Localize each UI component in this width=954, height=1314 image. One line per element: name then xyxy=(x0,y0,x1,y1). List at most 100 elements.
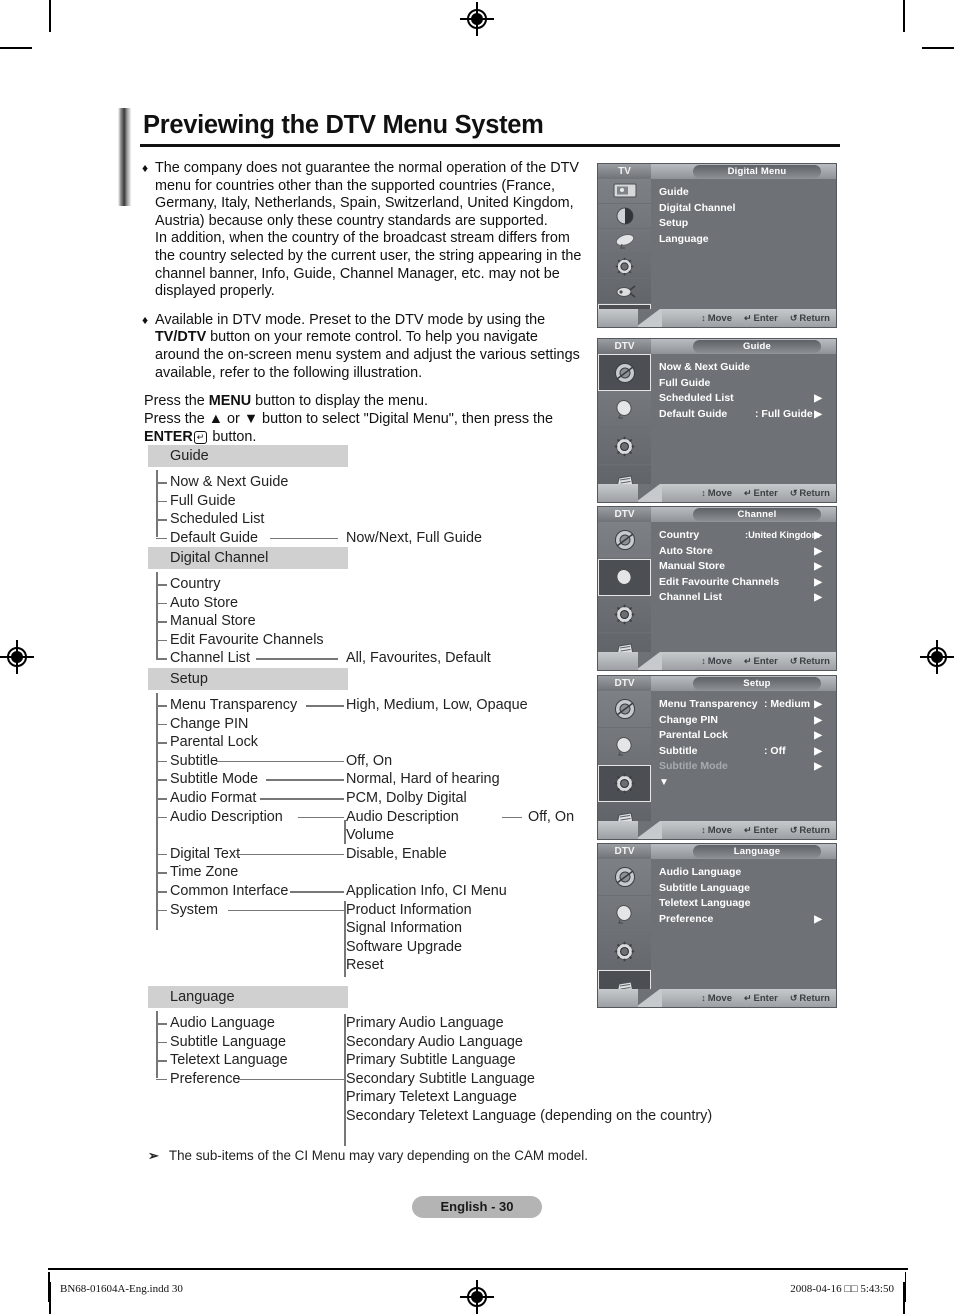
dish-icon[interactable] xyxy=(598,229,651,254)
tv-menu-row[interactable]: Change PIN ▶ xyxy=(659,713,836,729)
tv-menu-row[interactable]: Parental Lock ▶ xyxy=(659,728,836,744)
setup-gear-icon[interactable] xyxy=(598,254,651,279)
bullet-1b-text: In addition, when the country of the bro… xyxy=(155,230,582,300)
tv-hint-bar: ↕ Move ↵ Enter ↺ Return xyxy=(598,484,836,502)
guide-icon[interactable] xyxy=(598,354,651,391)
tv-screenshot-guide: DTV Guide Now & Next Guide Full Guide Sc… xyxy=(597,338,837,503)
hint-return: ↺ Return xyxy=(789,824,830,836)
tv-menu-row[interactable]: Default Guide: Full Guide ▶ xyxy=(659,407,836,423)
hint-return: ↺ Return xyxy=(789,655,830,667)
tv-menu-row[interactable]: Setup xyxy=(659,216,836,232)
tree-item: Primary Teletext Language xyxy=(148,1088,788,1107)
sound-icon[interactable] xyxy=(598,204,651,229)
tv-icon-sidebar xyxy=(598,522,651,670)
channel-icon[interactable] xyxy=(598,728,651,765)
hint-enter: ↵ Enter xyxy=(743,487,778,499)
channel-icon[interactable] xyxy=(598,391,651,428)
enter-key-icon: ↵ xyxy=(743,312,752,323)
submenu-arrow-icon: ▶ xyxy=(814,576,822,588)
tree-item: Preference Secondary Subtitle Language xyxy=(148,1013,788,1146)
move-arrows-icon: ↕ xyxy=(701,656,706,666)
input-icon[interactable] xyxy=(598,279,651,304)
tv-menu-row[interactable]: Now & Next Guide xyxy=(659,360,836,376)
tv-menu-row-value: : Full Guide xyxy=(755,407,813,420)
tv-menu-row[interactable]: Subtitle: Off ▶ xyxy=(659,744,836,760)
tv-menu-list: Now & Next Guide Full Guide Scheduled Li… xyxy=(651,354,836,484)
setup-gear-icon[interactable] xyxy=(598,933,651,970)
tv-icon-sidebar xyxy=(598,691,651,839)
tv-menu-row[interactable]: Teletext Language xyxy=(659,896,836,912)
tv-title-bar: DTV Channel xyxy=(598,507,836,522)
enter-key-icon: ↵ xyxy=(743,824,752,835)
tv-menu-row[interactable]: Scheduled List ▶ xyxy=(659,391,836,407)
move-arrows-icon: ↕ xyxy=(701,488,706,498)
tv-menu-row[interactable]: Guide xyxy=(659,185,836,201)
tv-menu-row[interactable]: Menu Transparency: Medium ▶ xyxy=(659,697,836,713)
tv-title-bar: TV Digital Menu xyxy=(598,164,836,179)
tv-menu-row[interactable]: Auto Store ▶ xyxy=(659,544,836,560)
guide-icon[interactable] xyxy=(598,859,651,896)
cam-note: ➢ The sub-items of the CI Menu may vary … xyxy=(148,1148,848,1164)
enter-key-icon: ↵ xyxy=(743,487,752,498)
submenu-arrow-icon: ▶ xyxy=(814,561,822,572)
tree-group-header-guide: Guide xyxy=(148,445,348,467)
tv-menu-title: Guide xyxy=(693,340,821,353)
tv-menu-row[interactable]: Channel List ▶ xyxy=(659,590,836,606)
tree-item-values: Secondary Audio Language xyxy=(346,1033,523,1050)
tv-menu-row[interactable]: Country:United Kingdom ▶ xyxy=(659,528,836,544)
guide-icon[interactable] xyxy=(598,522,651,559)
crop-mark-top-right-h xyxy=(922,47,954,49)
tv-icon-sidebar xyxy=(598,354,651,502)
bullet-1-text: The company does not guarantee the norma… xyxy=(155,160,579,229)
return-arrow-icon: ↺ xyxy=(789,487,798,498)
tv-mode-label: DTV xyxy=(598,339,651,354)
picture-icon[interactable] xyxy=(598,179,651,204)
setup-gear-icon[interactable] xyxy=(598,596,651,633)
hint-enter: ↵ Enter xyxy=(743,824,778,836)
setup-gear-icon[interactable] xyxy=(598,428,651,465)
tv-menu-list: Menu Transparency: Medium ▶ Change PIN ▶ P… xyxy=(651,691,836,821)
press-enter-instruction: Press the ▲ or ▼ button to select "Digit… xyxy=(144,411,584,447)
tv-menu-row[interactable]: Full Guide xyxy=(659,376,836,392)
tv-menu-row[interactable]: Digital Channel xyxy=(659,201,836,217)
tv-menu-row[interactable]: Edit Favourite Channels ▶ xyxy=(659,575,836,591)
guide-icon[interactable] xyxy=(598,691,651,728)
hint-return: ↺ Return xyxy=(789,312,830,324)
submenu-arrow-icon: ▶ xyxy=(814,714,822,726)
intro-text-column: ♦ The company does not guarantee the nor… xyxy=(142,160,584,447)
tv-menu-row-value: : Medium xyxy=(764,698,811,710)
tv-menu-title: Channel xyxy=(693,508,821,521)
tv-menu-row[interactable]: Language xyxy=(659,232,836,248)
tree-item: Secondary Teletext Language (depending o… xyxy=(148,1107,788,1126)
submenu-arrow-icon: ▶ xyxy=(814,745,822,757)
enter-button-label: ENTER xyxy=(144,428,193,445)
tree-item-values: All, Favourites, Default xyxy=(346,650,491,667)
setup-gear-icon[interactable] xyxy=(598,765,651,802)
tv-menu-row[interactable]: Manual Store ▶ xyxy=(659,559,836,575)
channel-icon[interactable] xyxy=(598,896,651,933)
tree-group-header-setup: Setup xyxy=(148,668,348,690)
tv-menu-scroll-more[interactable]: ▼ xyxy=(659,775,836,791)
tree-item-values: Software Upgrade xyxy=(346,938,462,955)
title-accent-bar xyxy=(118,108,131,206)
tree-item-values: Primary Teletext Language xyxy=(346,1089,517,1106)
crop-mark-top-right-v xyxy=(903,0,905,32)
hint-enter: ↵ Enter xyxy=(743,992,778,1004)
submenu-arrow-icon: ▶ xyxy=(814,730,822,741)
manual-page: Previewing the DTV Menu System ♦ The com… xyxy=(0,0,954,1314)
tv-hint-bar: ↕ Move ↵ Enter ↺ Return xyxy=(598,989,836,1007)
crop-mark-top-left-h xyxy=(0,47,32,49)
tree-item-values: Reset xyxy=(346,957,384,974)
move-arrows-icon: ↕ xyxy=(701,993,706,1003)
hint-move: ↕ Move xyxy=(701,655,732,667)
return-arrow-icon: ↺ xyxy=(789,655,798,666)
tv-title-bar: DTV Guide xyxy=(598,339,836,354)
tv-menu-row[interactable]: Subtitle Language xyxy=(659,881,836,897)
channel-icon[interactable] xyxy=(598,559,651,596)
tv-menu-row[interactable]: Audio Language xyxy=(659,865,836,881)
press-menu-prefix: Press the xyxy=(144,393,209,410)
tv-screenshot-language: DTV Language Audio Language Subtitle Lan… xyxy=(597,843,837,1008)
tv-menu-row[interactable]: Preference ▶ xyxy=(659,912,836,928)
tv-menu-row[interactable]: Subtitle Mode ▶ xyxy=(659,759,836,775)
tv-menu-list: Country:United Kingdom ▶ Auto Store ▶ Manu… xyxy=(651,522,836,652)
